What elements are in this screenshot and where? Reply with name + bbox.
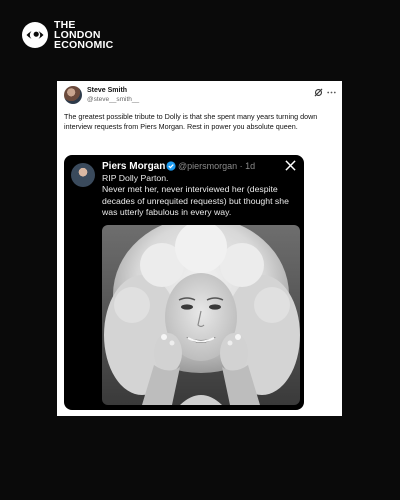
quoted-author-name[interactable]: Piers Morgan (102, 161, 165, 172)
brand-line-3: ECONOMIC (54, 39, 114, 51)
tweet-card: Steve Smith @steve__smith__ The greatest… (57, 81, 342, 416)
tweet-text: The greatest possible tribute to Dolly i… (64, 112, 318, 132)
eye-icon (22, 22, 48, 48)
tweet-actions (314, 88, 336, 97)
quoted-text: RIP Dolly Parton. Never met her, never i… (102, 173, 289, 217)
more-icon[interactable] (327, 91, 336, 94)
grok-icon[interactable] (314, 88, 323, 97)
x-logo-icon (285, 160, 296, 171)
verified-icon (166, 161, 176, 171)
quoted-handle-time: @piersmorgan · 1d (178, 161, 256, 171)
portrait-image (102, 225, 300, 405)
portrait-photo[interactable] (102, 225, 300, 405)
brand-header: THE LONDON ECONOMIC (22, 20, 113, 50)
avatar[interactable] (64, 86, 82, 104)
author-name[interactable]: Steve Smith (87, 87, 127, 94)
quoted-post[interactable]: Piers Morgan @piersmorgan · 1d RIP Dolly… (64, 155, 304, 410)
author-handle[interactable]: @steve__smith__ (87, 96, 139, 103)
brand-wordmark: THE LONDON ECONOMIC (54, 20, 114, 51)
quoted-avatar[interactable] (71, 163, 95, 187)
